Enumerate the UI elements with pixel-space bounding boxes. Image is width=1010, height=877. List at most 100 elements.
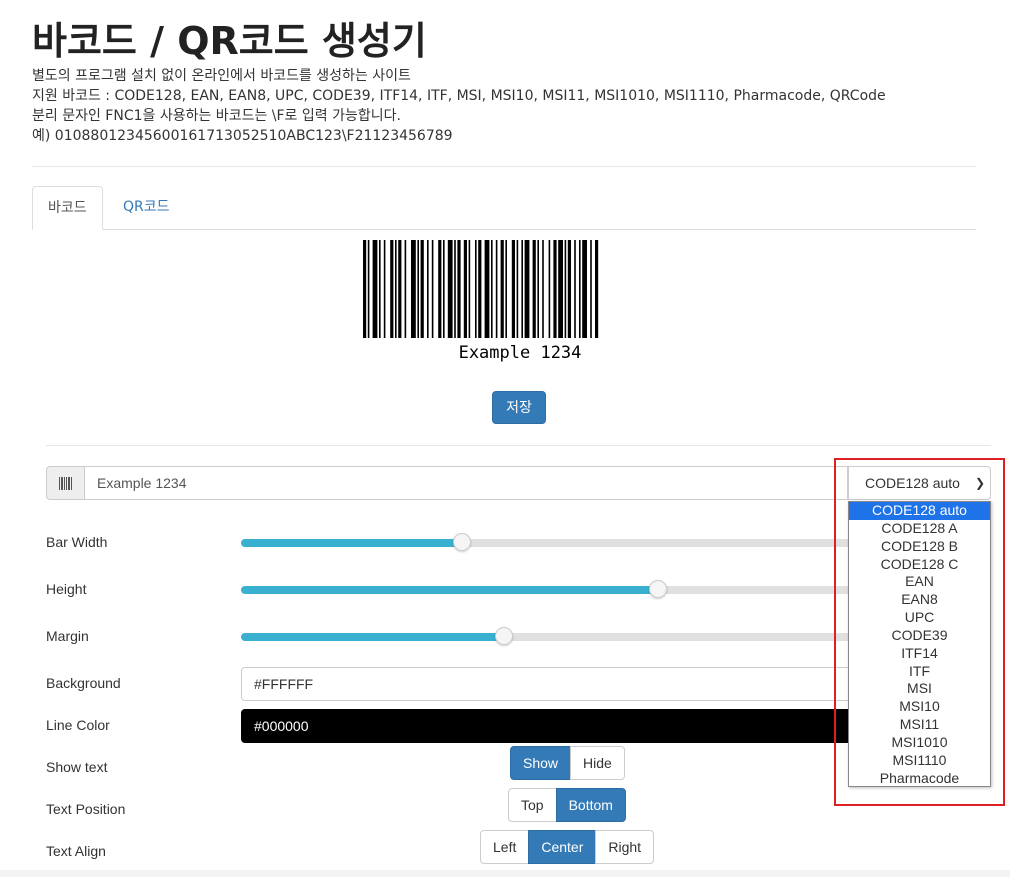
barcode-bar xyxy=(564,240,567,338)
text-align-label: Text Align xyxy=(46,843,106,859)
barcode-bar xyxy=(417,240,419,338)
format-select[interactable]: CODE128 auto ❯ xyxy=(848,466,991,500)
barcode-bar xyxy=(582,240,587,338)
barcode-bar xyxy=(579,240,581,338)
barcode-bar xyxy=(463,240,467,338)
format-option[interactable]: MSI11 xyxy=(849,716,990,734)
barcode-bar xyxy=(457,240,461,338)
barcode-bar xyxy=(383,240,386,338)
description-line: 분리 문자인 FNC1을 사용하는 바코드는 \F로 입력 가능합니다. xyxy=(32,108,401,124)
center-button[interactable]: Center xyxy=(528,830,597,864)
barcode-bar xyxy=(431,240,434,338)
tab-bar: 바코드 QR코드 xyxy=(32,186,976,230)
format-option[interactable]: ITF14 xyxy=(849,645,990,663)
format-option[interactable]: Pharmacode xyxy=(849,770,990,788)
barcode-bar xyxy=(511,240,515,338)
tab-qrcode[interactable]: QR코드 xyxy=(108,186,185,228)
save-button[interactable]: 저장 xyxy=(492,391,546,424)
barcode-bar xyxy=(363,240,367,338)
barcode-bar xyxy=(553,240,557,338)
format-option[interactable]: MSI1010 xyxy=(849,734,990,752)
format-option[interactable]: ITF xyxy=(849,663,990,681)
top-button[interactable]: Top xyxy=(508,788,557,822)
bar-width-slider[interactable] xyxy=(241,533,861,551)
text-align-toggle: Left Center Right xyxy=(480,830,655,864)
barcode-bar xyxy=(443,240,445,338)
format-select-value: CODE128 auto xyxy=(865,475,960,491)
barcode-bar xyxy=(505,240,507,338)
barcode-bar xyxy=(404,240,407,338)
margin-slider[interactable] xyxy=(241,627,861,645)
page-title: 바코드 / QR코드 생성기 xyxy=(32,19,427,63)
barcode-bar xyxy=(548,240,551,338)
show-text-toggle: Show Hide xyxy=(510,746,625,780)
barcode-bar xyxy=(395,240,397,338)
format-option[interactable]: UPC xyxy=(849,609,990,627)
divider xyxy=(32,166,976,167)
barcode-bar xyxy=(427,240,429,338)
height-label: Height xyxy=(46,581,87,597)
barcode-bar xyxy=(468,240,471,338)
barcode-bar xyxy=(367,240,370,338)
barcode-bar xyxy=(478,240,482,338)
barcode-bar xyxy=(411,240,416,338)
format-dropdown-list: CODE128 auto CODE128 A CODE128 B CODE128 CE… xyxy=(848,501,991,787)
barcode-bar xyxy=(500,240,504,338)
line-color-label: Line Color xyxy=(46,717,110,733)
background-label: Background xyxy=(46,675,121,691)
bottom-bar xyxy=(0,870,1010,877)
background-color-input[interactable]: #FFFFFF xyxy=(241,667,861,701)
barcode-caption: Example 1234 xyxy=(459,343,582,363)
barcode-bar xyxy=(495,240,498,338)
format-option[interactable]: MSI xyxy=(849,680,990,698)
chevron-down-icon: ❯ xyxy=(974,476,985,490)
barcode-bar xyxy=(398,240,402,338)
description-line: 지원 바코드 : CODE128, EAN, EAN8, UPC, CODE39… xyxy=(32,88,886,104)
barcode-bar xyxy=(420,240,424,338)
barcode-bar xyxy=(447,240,453,338)
slider-fill xyxy=(241,633,504,641)
barcode-bar xyxy=(532,240,536,338)
bar-width-label: Bar Width xyxy=(46,534,108,550)
format-option[interactable]: MSI10 xyxy=(849,698,990,716)
line-color-input[interactable]: #000000 xyxy=(241,709,861,743)
format-option[interactable]: CODE128 C xyxy=(849,556,990,574)
slider-handle[interactable] xyxy=(494,627,513,645)
hide-button[interactable]: Hide xyxy=(570,746,625,780)
bottom-button[interactable]: Bottom xyxy=(555,788,626,822)
barcode-text-input[interactable]: Example 1234 xyxy=(84,466,848,500)
barcode-bar xyxy=(438,240,442,338)
show-button[interactable]: Show xyxy=(510,746,572,780)
show-text-label: Show text xyxy=(46,759,108,775)
right-button[interactable]: Right xyxy=(595,830,655,864)
barcode-bar xyxy=(537,240,539,338)
margin-label: Margin xyxy=(46,628,89,644)
barcode-bar xyxy=(574,240,576,338)
format-option[interactable]: CODE39 xyxy=(849,627,990,645)
height-slider[interactable] xyxy=(241,580,861,598)
format-option[interactable]: CODE128 B xyxy=(849,538,990,556)
slider-handle[interactable] xyxy=(453,533,472,551)
left-button[interactable]: Left xyxy=(480,830,530,864)
slider-fill xyxy=(241,539,463,547)
barcode-bar xyxy=(595,240,599,338)
barcode-bar xyxy=(372,240,378,338)
slider-fill xyxy=(241,586,659,594)
format-option[interactable]: MSI1110 xyxy=(849,752,990,770)
tab-barcode[interactable]: 바코드 xyxy=(32,186,103,230)
divider xyxy=(46,445,991,446)
barcode-bar xyxy=(567,240,571,338)
format-option[interactable]: CODE128 A xyxy=(849,520,990,538)
format-option[interactable]: EAN xyxy=(849,573,990,591)
barcode-bar xyxy=(454,240,456,338)
barcode-bar xyxy=(491,240,493,338)
barcode-bar xyxy=(484,240,490,338)
format-option[interactable]: EAN8 xyxy=(849,591,990,609)
slider-handle[interactable] xyxy=(649,580,668,598)
barcode-bar xyxy=(524,240,530,338)
barcode-input-group: Example 1234 CODE128 auto ❯ xyxy=(46,466,991,500)
description-line: 별도의 프로그램 설치 없이 온라인에서 바코드를 생성하는 사이트 xyxy=(32,68,411,84)
format-option[interactable]: CODE128 auto xyxy=(849,502,990,520)
barcode-bar xyxy=(590,240,592,338)
barcode-preview: Example 1234 xyxy=(363,240,599,363)
